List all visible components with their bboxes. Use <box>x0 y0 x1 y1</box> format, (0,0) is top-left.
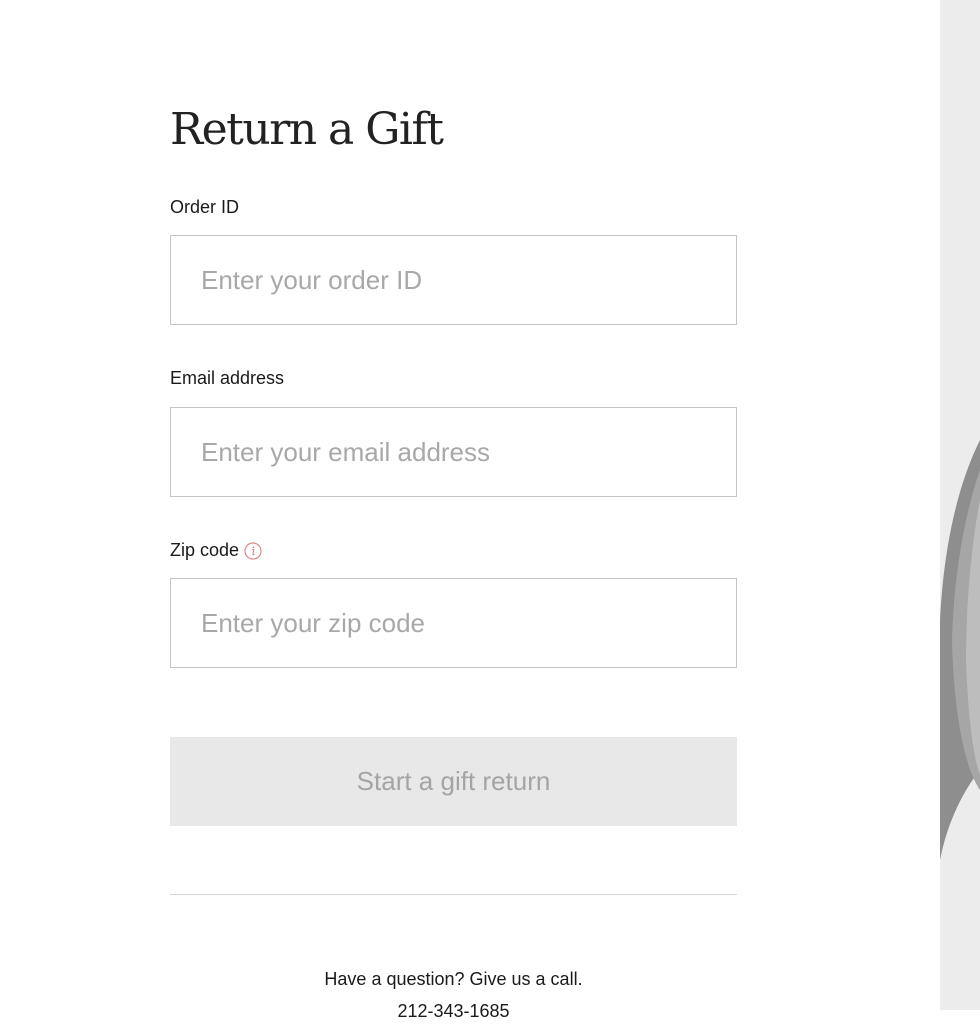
page-title: Return a Gift <box>170 104 444 155</box>
order-id-label-text: Order ID <box>170 197 240 217</box>
help-phone-link[interactable]: 212-343-1685 <box>170 1001 737 1022</box>
start-gift-return-button[interactable]: Start a gift return <box>170 737 737 826</box>
info-circle-icon[interactable] <box>244 541 262 560</box>
zip-code-input[interactable] <box>170 578 737 668</box>
product-photo <box>940 0 980 1010</box>
email-label-text: Email address <box>170 368 285 388</box>
divider <box>170 894 737 895</box>
email-input[interactable] <box>170 407 737 497</box>
order-id-input[interactable] <box>170 235 737 325</box>
email-label: Email address <box>170 368 284 389</box>
help-question-text: Have a question? Give us a call. <box>324 969 583 989</box>
zip-code-label-text: Zip code <box>170 540 240 560</box>
zip-code-label: Zip code <box>170 540 262 561</box>
product-photo-image <box>940 0 980 1010</box>
order-id-label: Order ID <box>170 197 239 218</box>
